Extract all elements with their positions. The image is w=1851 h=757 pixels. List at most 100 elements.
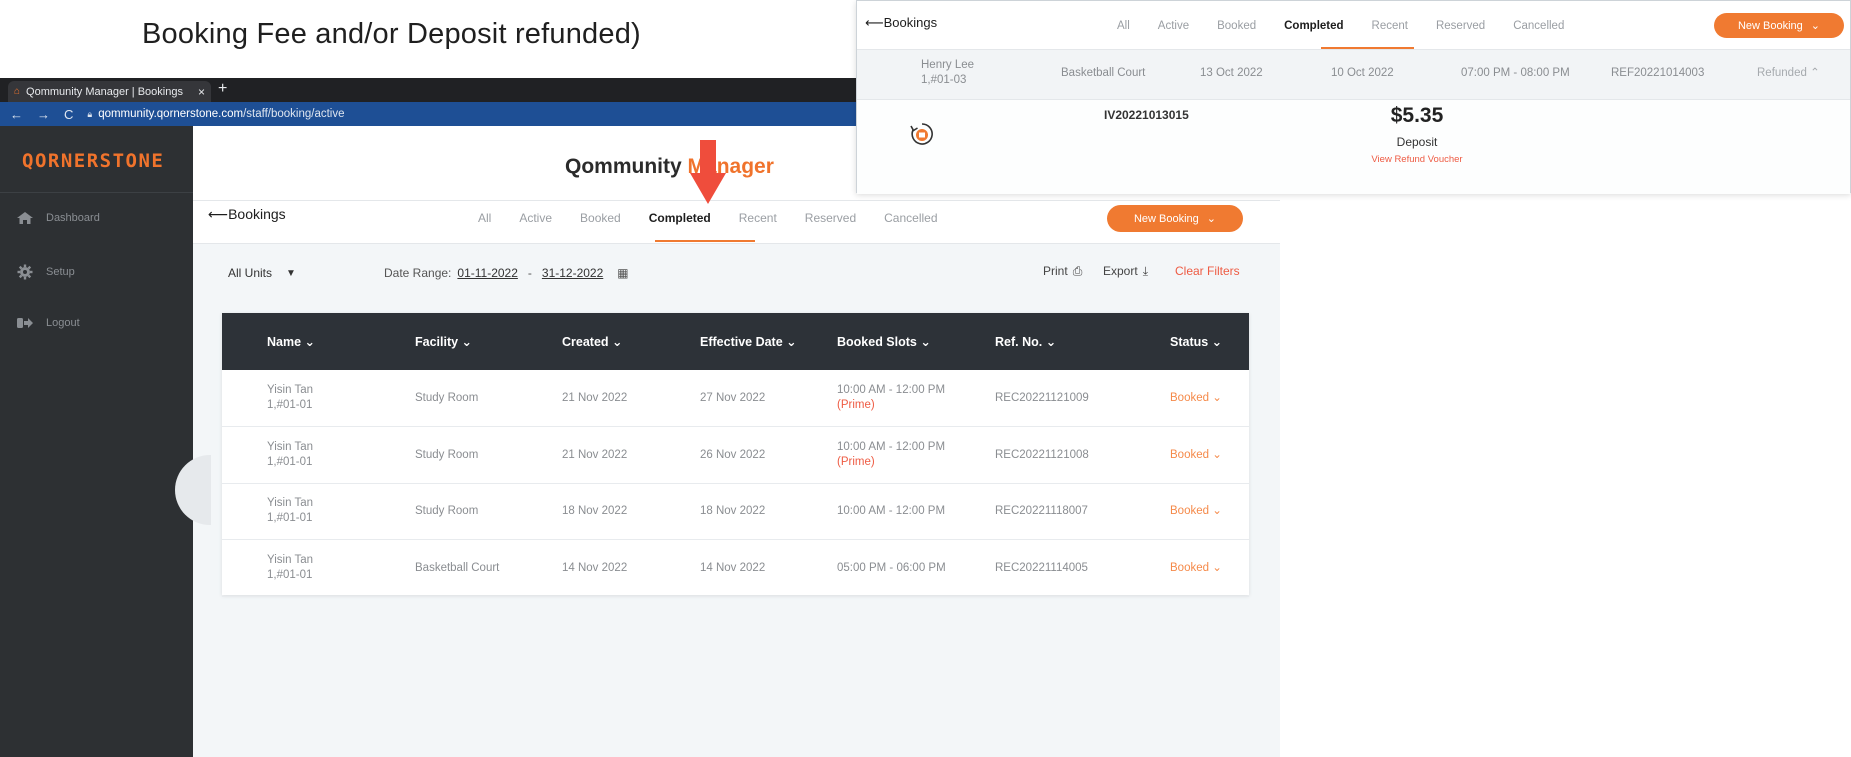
tab-reserved[interactable]: Reserved: [1422, 20, 1499, 32]
col-effective-header[interactable]: Effective Date ⌄: [700, 334, 797, 349]
brand-logo: QORNERSTONE: [22, 150, 165, 172]
back-arrow-icon[interactable]: ←: [10, 107, 23, 122]
browser-tab[interactable]: ⌂ Qommunity Manager | Bookings ×: [8, 81, 211, 102]
booked-slot: 05:00 PM - 06:00 PM: [837, 561, 946, 576]
date-to[interactable]: 31-12-2022: [542, 266, 603, 280]
tab-reserved[interactable]: Reserved: [791, 211, 870, 225]
active-tab-underline: [655, 240, 755, 242]
col-facility-header[interactable]: Facility ⌄: [415, 334, 472, 349]
sidebar-item-dashboard[interactable]: Dashboard: [16, 211, 100, 225]
tab-completed[interactable]: Completed: [1270, 20, 1357, 32]
forward-arrow-icon[interactable]: →: [37, 107, 50, 122]
new-booking-label: New Booking: [1133, 212, 1199, 225]
tab-cancelled[interactable]: Cancelled: [870, 211, 951, 225]
favicon-icon: ⌂: [14, 86, 21, 97]
tab-booked[interactable]: Booked: [1203, 20, 1270, 32]
inset-new-booking-button[interactable]: New Booking ⌄: [1714, 13, 1844, 38]
back-label: Bookings: [883, 15, 938, 30]
new-tab-icon[interactable]: +: [218, 80, 227, 98]
invoice-number: IV20221013015: [1104, 108, 1189, 122]
tab-all[interactable]: All: [1103, 20, 1144, 32]
calendar-icon[interactable]: ▦: [617, 266, 628, 280]
sidebar-divider: [0, 192, 193, 193]
print-button[interactable]: Print ⎙: [1043, 264, 1082, 279]
tab-recent[interactable]: Recent: [1358, 20, 1422, 32]
col-label: Effective Date: [700, 335, 783, 349]
table-row[interactable]: Yisin Tan 1,#01-01 Study Room 21 Nov 2022 26…: [222, 427, 1249, 484]
ref-number: REC20221121008: [995, 448, 1089, 461]
table-row[interactable]: Yisin Tan 1,#01-01 Study Room 18 Nov 2022 18…: [222, 483, 1249, 540]
back-to-bookings-link[interactable]: ⟵Bookings: [208, 206, 286, 223]
status-dropdown[interactable]: Booked ⌄: [1170, 391, 1222, 406]
slot-time: 10:00 AM - 12:00 PM: [837, 440, 946, 453]
tab-all[interactable]: All: [464, 211, 505, 225]
url-field[interactable]: 🔒︎ qommunity.qornerstone.com/staff/bookin…: [87, 108, 344, 120]
close-tab-icon[interactable]: ×: [198, 85, 205, 99]
slot-time: 10:00 AM - 12:00 PM: [837, 505, 946, 517]
url-path: /staff/booking/active: [243, 108, 345, 120]
status-label: Booked: [1170, 392, 1210, 404]
new-booking-button[interactable]: New Booking ⌄: [1107, 205, 1243, 232]
name: Yisin Tan: [267, 440, 314, 453]
status-dropdown[interactable]: Booked ⌄: [1170, 504, 1222, 519]
booked-slot: 07:00 PM - 08:00 PM: [1461, 67, 1570, 79]
tab-active[interactable]: Active: [505, 211, 566, 225]
status-label: Booked: [1170, 561, 1210, 574]
status-dropdown[interactable]: Booked ⌄: [1170, 448, 1222, 463]
tab-booked[interactable]: Booked: [566, 211, 635, 225]
tab-completed[interactable]: Completed: [635, 211, 725, 225]
clear-filters-link[interactable]: Clear Filters: [1175, 264, 1240, 278]
inset-table-row[interactable]: Henry Lee 1,#01-03 Basketball Court 13 Oc…: [857, 50, 1850, 100]
units-dropdown[interactable]: All Units ▼: [228, 266, 296, 280]
facility: Study Room: [415, 392, 479, 404]
table-row[interactable]: Yisin Tan 1,#01-01 Basketball Court 14 Nov …: [222, 540, 1249, 597]
status-dropdown[interactable]: Refunded ⌃: [1757, 66, 1820, 81]
print-label: Print: [1043, 264, 1068, 278]
table-row[interactable]: Yisin Tan 1,#01-01 Study Room 21 Nov 2022 27…: [222, 370, 1249, 427]
bookings-table: Name ⌄ Facility ⌄ Created ⌄ Effective Da…: [222, 313, 1249, 597]
prime-tag: (Prime): [837, 455, 875, 468]
facility: Basketball Court: [415, 561, 500, 574]
col-label: Facility: [415, 335, 459, 349]
col-label: Name: [267, 335, 302, 349]
date-range-label: Date Range:: [384, 266, 452, 280]
booker-name: Yisin Tan 1,#01-01: [267, 383, 313, 413]
export-button[interactable]: Export ⤓: [1103, 264, 1148, 279]
status-label: Booked: [1170, 448, 1210, 461]
export-label: Export: [1103, 264, 1138, 278]
ref-number: REC20221114005: [995, 561, 1088, 574]
reload-icon[interactable]: C: [64, 107, 73, 122]
refund-amount: $5.35: [1390, 104, 1444, 127]
tab-cancelled[interactable]: Cancelled: [1499, 20, 1578, 32]
sidebar-item-setup[interactable]: Setup: [16, 264, 75, 280]
col-slots-header[interactable]: Booked Slots ⌄: [837, 334, 931, 349]
col-ref-header[interactable]: Ref. No. ⌄: [995, 334, 1056, 349]
sidebar-item-label: Logout: [46, 317, 80, 329]
col-name-header[interactable]: Name ⌄: [267, 334, 315, 349]
tab-recent[interactable]: Recent: [725, 211, 791, 225]
booked-slot: 10:00 AM - 12:00 PM (Prime): [837, 383, 945, 413]
col-label: Created: [562, 335, 609, 349]
inset-back-link[interactable]: ⟵Bookings: [865, 15, 937, 31]
col-status-header[interactable]: Status ⌄: [1170, 334, 1222, 349]
created-date: 14 Nov 2022: [562, 561, 628, 574]
date-range-filter[interactable]: Date Range: 01-11-2022 - 31-12-2022 ▦: [384, 266, 629, 280]
facility: Study Room: [415, 448, 479, 461]
effective-date: 14 Nov 2022: [700, 561, 766, 574]
sidebar-item-logout[interactable]: Logout: [16, 316, 80, 330]
ref-number: REC20221121009: [995, 392, 1089, 404]
unit: 1,#01-03: [921, 74, 967, 86]
ref-number: REC20221118007: [995, 505, 1088, 517]
status-dropdown[interactable]: Booked ⌄: [1170, 561, 1222, 576]
pointer-arrow-icon: [690, 140, 726, 204]
effective-date: 27 Nov 2022: [700, 392, 766, 404]
col-created-header[interactable]: Created ⌄: [562, 334, 623, 349]
chevron-down-icon: ⌄: [1209, 561, 1222, 574]
created-date: 18 Nov 2022: [562, 505, 628, 517]
created-date: 21 Nov 2022: [562, 448, 628, 461]
tab-active[interactable]: Active: [1144, 20, 1203, 32]
date-from[interactable]: 01-11-2022: [457, 266, 518, 280]
back-arrow-icon: ⟵: [208, 206, 229, 222]
view-refund-voucher-link[interactable]: View Refund Voucher: [1347, 154, 1487, 165]
booked-slot: 10:00 AM - 12:00 PM (Prime): [837, 440, 945, 470]
